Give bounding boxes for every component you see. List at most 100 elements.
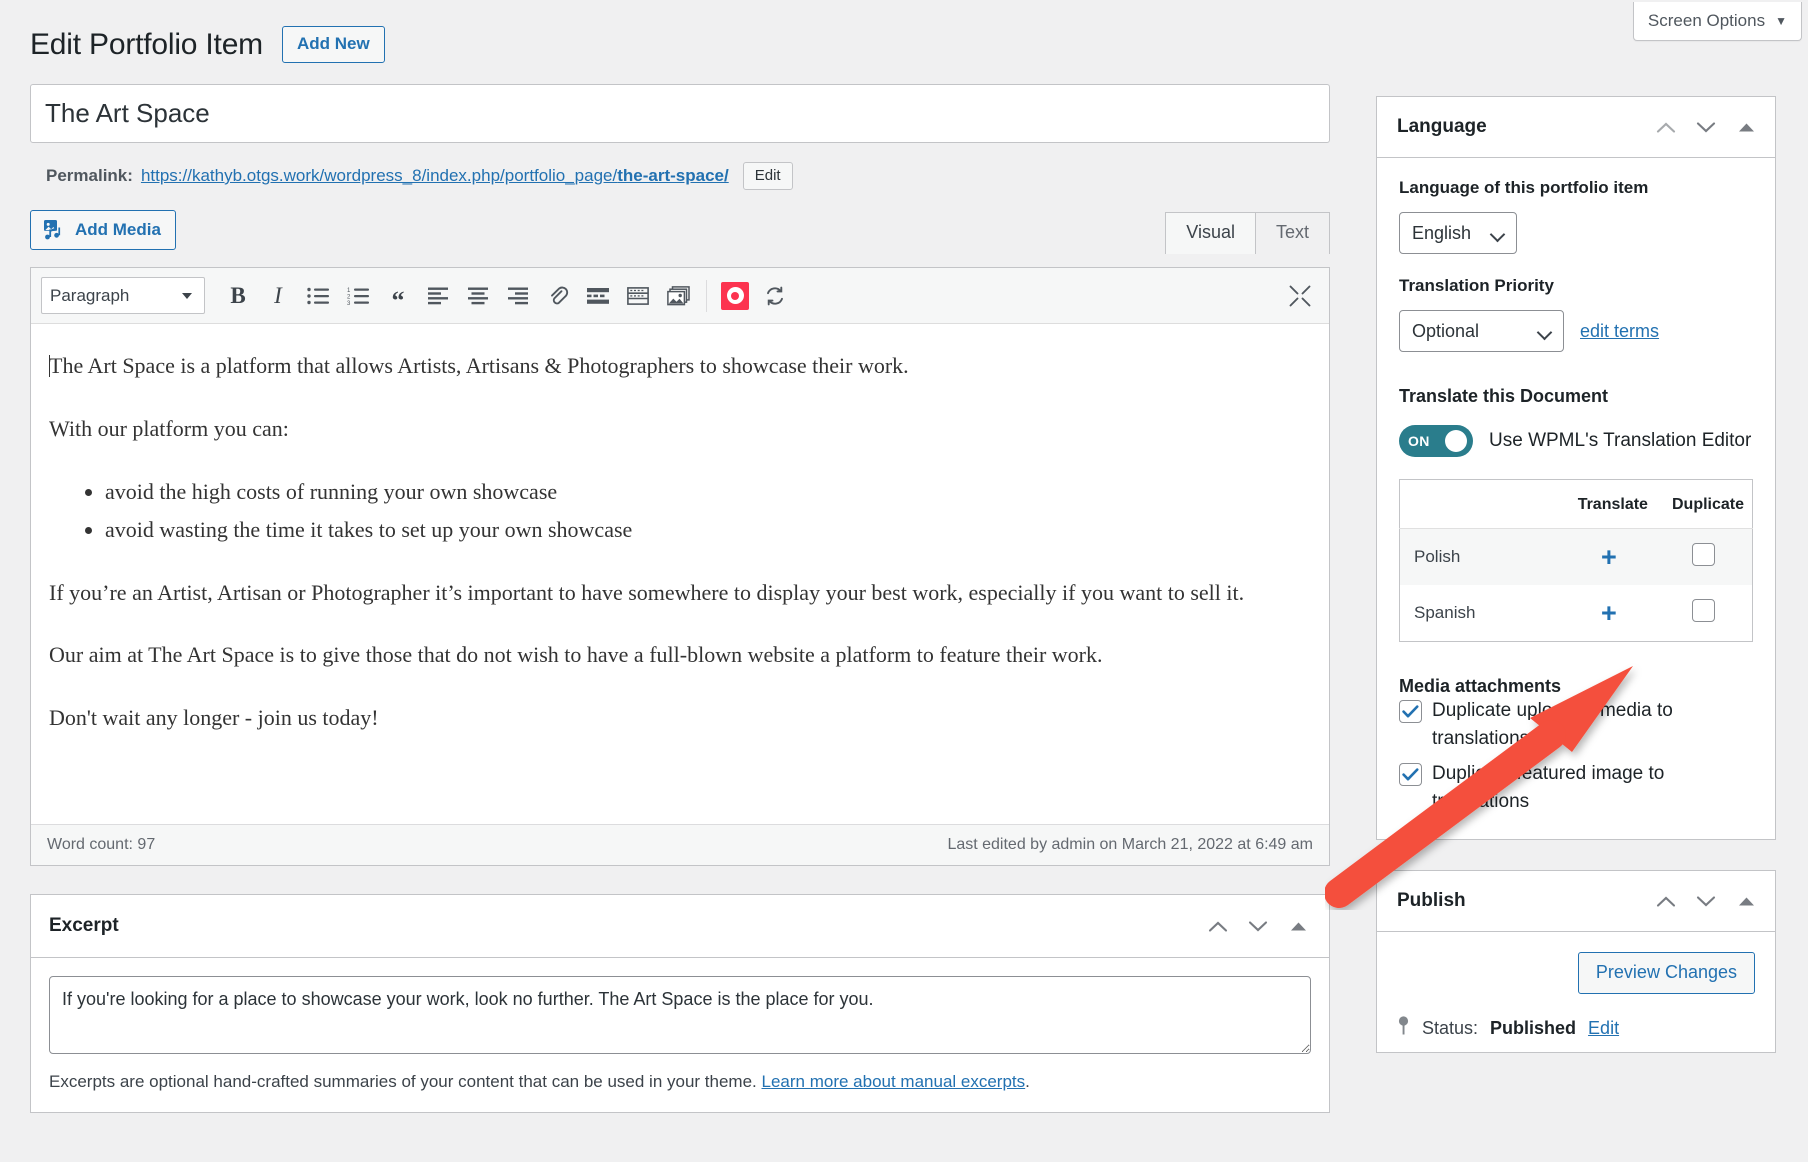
wpml-icon[interactable] bbox=[716, 277, 754, 315]
permalink-edit-button[interactable]: Edit bbox=[742, 162, 793, 190]
language-select[interactable]: English bbox=[1399, 212, 1517, 254]
permalink-link[interactable]: https://kathyb.otgs.work/wordpress_8/ind… bbox=[141, 166, 729, 186]
move-down-icon[interactable] bbox=[1689, 884, 1723, 918]
paragraph-format-select[interactable]: Paragraph bbox=[41, 277, 205, 314]
add-new-button[interactable]: Add New bbox=[281, 26, 385, 63]
duplicate-uploaded-media-checkbox[interactable] bbox=[1399, 700, 1422, 723]
editor-mode-tabs: Visual Text bbox=[1165, 212, 1330, 254]
move-up-icon[interactable] bbox=[1649, 110, 1683, 144]
status-value: Published bbox=[1490, 1017, 1577, 1038]
language-header: Language bbox=[1377, 97, 1775, 158]
link-icon[interactable] bbox=[539, 277, 577, 315]
screen-options-label: Screen Options bbox=[1647, 11, 1766, 30]
blockquote-icon[interactable]: “ bbox=[379, 277, 417, 315]
publish-postbox: Publish Preview Changes Status: Publishe… bbox=[1376, 870, 1776, 1054]
duplicate-cell bbox=[1656, 529, 1753, 586]
add-media-icon bbox=[43, 219, 65, 240]
excerpt-header: Excerpt bbox=[31, 895, 1329, 958]
excerpt-title: Excerpt bbox=[49, 915, 119, 936]
duplicate-checkbox-polish[interactable] bbox=[1692, 543, 1716, 566]
table-row: Polish + bbox=[1399, 528, 1753, 586]
read-more-icon[interactable] bbox=[579, 277, 617, 315]
toggle-panel-icon[interactable] bbox=[1729, 110, 1763, 144]
align-left-icon[interactable] bbox=[419, 277, 457, 315]
svg-text:2: 2 bbox=[347, 294, 351, 300]
duplicate-checkbox-spanish[interactable] bbox=[1692, 599, 1716, 622]
manual-excerpts-link[interactable]: Learn more about manual excerpts bbox=[762, 1072, 1026, 1091]
editor-toolbar: Paragraph B I 1 2 3 “ bbox=[31, 268, 1329, 324]
move-down-icon[interactable] bbox=[1241, 909, 1275, 943]
translate-cell: + bbox=[1562, 585, 1656, 642]
editor-content-area[interactable]: The Art Space is a platform that allows … bbox=[31, 324, 1329, 824]
fullscreen-icon[interactable] bbox=[1281, 277, 1319, 315]
excerpt-help-lead: Excerpts are optional hand-crafted summa… bbox=[49, 1072, 762, 1091]
page-header: Edit Portfolio Item Add New bbox=[30, 26, 385, 63]
toolbar-divider bbox=[706, 279, 707, 312]
translation-priority-label: Translation Priority bbox=[1399, 276, 1554, 295]
tab-visual[interactable]: Visual bbox=[1165, 212, 1256, 254]
edit-terms-link[interactable]: edit terms bbox=[1580, 321, 1659, 342]
language-panel-title: Language bbox=[1397, 116, 1487, 137]
bulleted-list-icon[interactable] bbox=[299, 277, 337, 315]
excerpt-inside: If you're looking for a place to showcas… bbox=[31, 958, 1329, 1112]
gallery-icon[interactable] bbox=[659, 277, 697, 315]
add-translation-spanish-button[interactable]: + bbox=[1601, 599, 1617, 627]
italic-icon[interactable]: I bbox=[259, 277, 297, 315]
excerpt-handles bbox=[1201, 909, 1315, 943]
th-duplicate: Duplicate bbox=[1655, 479, 1753, 529]
editor-paragraph-2: With our platform you can: bbox=[49, 415, 289, 441]
table-row: Spanish + bbox=[1400, 585, 1753, 642]
language-inside: Language of this portfolio item English … bbox=[1377, 158, 1775, 839]
translation-priority-select[interactable]: Optional bbox=[1399, 310, 1564, 352]
toggle-panel-icon[interactable] bbox=[1281, 909, 1315, 943]
preview-changes-button[interactable]: Preview Changes bbox=[1577, 952, 1755, 995]
align-center-icon[interactable] bbox=[459, 277, 497, 315]
excerpt-textarea[interactable]: If you're looking for a place to showcas… bbox=[49, 976, 1311, 1054]
publish-inside: Preview Changes Status: Published Edit bbox=[1377, 932, 1775, 1052]
translation-editor-toggle-row: ON Use WPML's Translation Editor bbox=[1399, 425, 1753, 457]
row-language-spanish: Spanish bbox=[1414, 603, 1476, 622]
publish-handles bbox=[1649, 884, 1763, 918]
align-right-icon[interactable] bbox=[499, 277, 537, 315]
permalink-slug: the-art-space/ bbox=[617, 166, 729, 185]
duplicate-cell bbox=[1656, 585, 1753, 642]
duplicate-featured-image-checkbox[interactable] bbox=[1399, 763, 1422, 787]
editor-frame: Paragraph B I 1 2 3 “ The Art Space is a… bbox=[30, 267, 1330, 866]
toggle-panel-icon[interactable] bbox=[1729, 884, 1763, 918]
main-column: Permalink: https://kathyb.otgs.work/word… bbox=[30, 84, 1330, 1113]
excerpt-help-text: Excerpts are optional hand-crafted summa… bbox=[49, 1072, 1311, 1092]
language-field-label: Language of this portfolio item bbox=[1399, 178, 1649, 197]
svg-text:1: 1 bbox=[347, 288, 351, 294]
wpml-editor-toggle-label: Use WPML's Translation Editor bbox=[1489, 430, 1752, 451]
permalink-row: Permalink: https://kathyb.otgs.work/word… bbox=[30, 162, 1330, 190]
format-select-wrap: Paragraph bbox=[41, 277, 205, 314]
publish-panel-title: Publish bbox=[1397, 890, 1466, 912]
duplicate-featured-image-row: Duplicate featured image to translations bbox=[1399, 760, 1753, 815]
language-select-wrap: English bbox=[1399, 212, 1517, 254]
move-up-icon[interactable] bbox=[1649, 884, 1683, 918]
sidebar-column: Language Language of this portfolio item bbox=[1376, 96, 1776, 1054]
editor-paragraph-1: The Art Space is a platform that allows … bbox=[49, 350, 1311, 382]
post-title-input[interactable] bbox=[30, 84, 1330, 143]
numbered-list-icon[interactable]: 1 2 3 bbox=[339, 277, 377, 315]
bold-icon[interactable]: B bbox=[219, 277, 257, 315]
add-translation-polish-button[interactable]: + bbox=[1601, 543, 1617, 571]
wp-admin-post-editor: Screen Options ▼ Edit Portfolio Item Add… bbox=[0, 0, 1808, 1162]
screen-options-button[interactable]: Screen Options ▼ bbox=[1632, 2, 1802, 41]
translations-table: Translate Duplicate Polish + Spanish + bbox=[1399, 479, 1753, 642]
refresh-icon[interactable] bbox=[756, 277, 794, 315]
add-media-button[interactable]: Add Media bbox=[30, 210, 176, 250]
th-translate: Translate bbox=[1561, 479, 1656, 529]
edit-status-link[interactable]: Edit bbox=[1588, 1018, 1619, 1039]
toolbar-toggle-icon[interactable] bbox=[619, 277, 657, 315]
language-handles bbox=[1649, 110, 1763, 144]
translation-priority-row: Optional edit terms bbox=[1399, 310, 1753, 352]
move-down-icon[interactable] bbox=[1689, 110, 1723, 144]
editor-status-bar: Word count: 97 Last edited by admin on M… bbox=[31, 824, 1329, 865]
move-up-icon[interactable] bbox=[1201, 909, 1235, 943]
wpml-editor-toggle[interactable]: ON bbox=[1399, 425, 1473, 457]
editor-paragraph-3: If you’re an Artist, Artisan or Photogra… bbox=[49, 579, 1245, 605]
tab-text[interactable]: Text bbox=[1254, 212, 1330, 254]
publish-status-row: Status: Published Edit bbox=[1397, 994, 1755, 1040]
editor-paragraph-4: Our aim at The Art Space is to give thos… bbox=[49, 642, 1103, 668]
